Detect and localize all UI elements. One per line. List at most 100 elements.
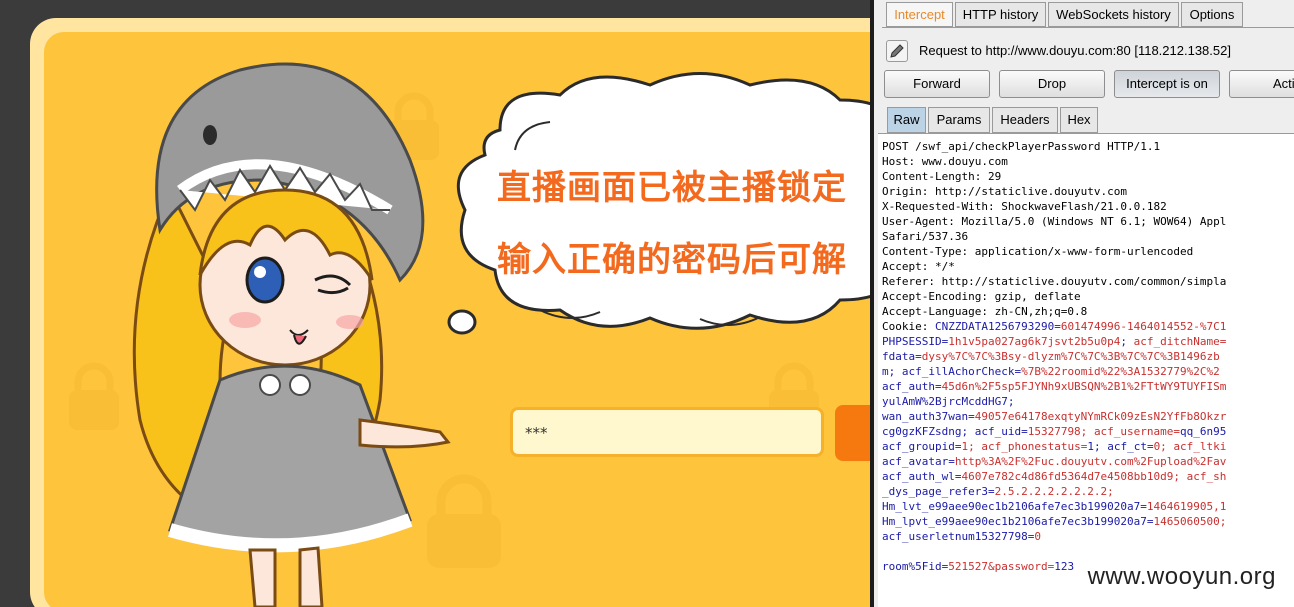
action-button[interactable]: Action (1229, 70, 1294, 98)
intercept-toggle-button[interactable]: Intercept is on (1114, 70, 1220, 98)
request-line: Cookie: CNZZDATA1256793290=601474996-146… (882, 319, 1226, 334)
request-line: User-Agent: Mozilla/5.0 (Windows NT 6.1;… (882, 214, 1226, 229)
param-name: acf_illAchorCheck= (901, 365, 1022, 378)
param-name: acf_auth= (882, 380, 942, 393)
param-name: acf_avatar= (882, 455, 955, 468)
param-name: Hm_lvt_e99aee90ec1b2106afe7ec3b199020a7= (882, 500, 1147, 513)
param-value: 2.5.2.2.2.2.2.2.2; (994, 485, 1114, 498)
request-text: Origin: http://staticlive.douyutv.com (882, 185, 1128, 198)
request-line: acf_userletnum15327798=0 (882, 529, 1226, 544)
request-line: POST /swf_api/checkPlayerPassword HTTP/1… (882, 139, 1226, 154)
param-name: cg0gzKFZsdng; (882, 425, 975, 438)
request-line: Hm_lvt_e99aee90ec1b2106afe7ec3b199020a7=… (882, 499, 1226, 514)
param-value: password= (994, 560, 1055, 573)
param-name: 123 (1054, 560, 1075, 573)
param-value: 0 (1034, 530, 1041, 543)
tab-websockets-history[interactable]: WebSockets history (1048, 2, 1179, 27)
request-line (882, 544, 1226, 559)
raw-request-editor[interactable]: POST /swf_api/checkPlayerPassword HTTP/1… (878, 133, 1294, 607)
request-line: PHPSESSID=1h1v5pa027ag6k7jsvt2b5u0p4; ac… (882, 334, 1226, 349)
request-text: X-Requested-With: ShockwaveFlash/21.0.0.… (882, 200, 1167, 213)
subtab-raw[interactable]: Raw (887, 107, 926, 133)
forward-button[interactable]: Forward (884, 70, 990, 98)
param-value: 1; (961, 440, 982, 453)
param-name: m; (882, 365, 902, 378)
request-line: Origin: http://staticlive.douyutv.com (882, 184, 1226, 199)
param-name: wan_auth37wan= (882, 410, 975, 423)
request-line: Host: www.douyu.com (882, 154, 1226, 169)
burp-intercept-panel: Intercept HTTP history WebSockets histor… (870, 0, 1294, 607)
request-line: yulAmW%2BjrcMcddHG7; (882, 394, 1226, 409)
request-line: Hm_lpvt_e99aee90ec1b2106afe7ec3b199020a7… (882, 514, 1226, 529)
param-value: 521527& (948, 560, 995, 573)
pencil-glyph (890, 44, 904, 58)
param-name: acf_ct= (1107, 440, 1154, 453)
request-line: acf_auth=45d6n%2F5sp5FJYNh9xUBSQN%2B1%2F… (882, 379, 1226, 394)
request-line: Content-Type: application/x-www-form-url… (882, 244, 1226, 259)
request-line: wan_auth37wan=49057e64178exqtyNYmRCk09zE… (882, 409, 1226, 424)
param-value: 0; (1153, 440, 1174, 453)
request-line: fdata=dysy%7C%7C%3Bsy-dlyzm%7C%7C%3B%7C%… (882, 349, 1226, 364)
shark-hood-girl-illustration (132, 62, 451, 607)
param-value: acf_ltki (1173, 440, 1227, 453)
request-line: cg0gzKFZsdng; acf_uid=15327798; acf_user… (882, 424, 1226, 439)
request-text: POST /swf_api/checkPlayerPassword HTTP/1… (882, 140, 1161, 153)
param-name: yulAmW%2BjrcMcddHG7; (882, 395, 1015, 408)
drop-button[interactable]: Drop (999, 70, 1105, 98)
param-name: acf_groupid= (882, 440, 962, 453)
request-line: Accept-Language: zh-CN,zh;q=0.8 (882, 304, 1226, 319)
request-line: Content-Length: 29 (882, 169, 1226, 184)
param-value: 4607e782c4d86fd5364d7e4508bb10d9; (961, 470, 1187, 483)
subtab-params[interactable]: Params (928, 107, 990, 133)
param-value: acf_sh (1186, 470, 1227, 483)
request-text: Accept-Language: zh-CN,zh;q=0.8 (882, 305, 1088, 318)
flash-panel: 直播画面已被主播锁定 输入正确的密码后可解 *** (0, 0, 874, 607)
request-text: Host: www.douyu.com (882, 155, 1008, 168)
request-text: Accept: */* (882, 260, 955, 273)
lock-message-line1: 直播画面已被主播锁定 (497, 168, 847, 208)
param-name: fdata= (882, 350, 922, 363)
subtab-hex[interactable]: Hex (1060, 107, 1098, 133)
param-value: acf_phonestatus= (981, 440, 1088, 453)
request-text: Content-Type: application/x-www-form-url… (882, 245, 1194, 258)
raw-request-lines: POST /swf_api/checkPlayerPassword HTTP/1… (882, 139, 1226, 574)
param-name: PHPSESSID= (882, 335, 949, 348)
tab-separator (882, 27, 1294, 28)
param-name: acf_userletnum15327798= (882, 530, 1035, 543)
request-line: Accept: */* (882, 259, 1226, 274)
request-text: Safari/537.36 (882, 230, 969, 243)
request-line: acf_avatar=http%3A%2F%2Fuc.douyutv.com%2… (882, 454, 1226, 469)
param-value: 601474996-1464014552-%7C1 (1060, 320, 1227, 333)
request-line: acf_auth_wl=4607e782c4d86fd5364d7e4508bb… (882, 469, 1226, 484)
pencil-icon[interactable] (886, 40, 908, 62)
subtab-headers[interactable]: Headers (992, 107, 1058, 133)
request-target-label: Request to http://www.douyu.com:80 [118.… (919, 43, 1231, 58)
tab-http-history[interactable]: HTTP history (955, 2, 1046, 27)
request-text: Content-Length: 29 (882, 170, 1002, 183)
param-name: Hm_lpvt_e99aee90ec1b2106afe7ec3b199020a7… (882, 515, 1154, 528)
tab-options[interactable]: Options (1181, 2, 1243, 27)
param-value: 1h1v5pa027ag6k7jsvt2b5u0p4 (948, 335, 1121, 348)
request-line: Referer: http://staticlive.douyutv.com/c… (882, 274, 1226, 289)
param-value: acf_username= (1093, 425, 1181, 438)
password-input[interactable]: *** (510, 407, 824, 457)
param-value: 1465060500; (1153, 515, 1227, 528)
request-line: _dys_page_refer3=2.5.2.2.2.2.2.2.2; (882, 484, 1226, 499)
request-line: acf_groupid=1; acf_phonestatus=1; acf_ct… (882, 439, 1226, 454)
param-name: CNZZDATA1256793290= (934, 320, 1061, 333)
request-line: Accept-Encoding: gzip, deflate (882, 289, 1226, 304)
param-value: dysy%7C%7C%3Bsy-dlyzm%7C%7C%3B%7C%7C%3B1… (921, 350, 1220, 363)
request-text: Cookie: (882, 320, 935, 333)
param-value: 15327798; (1027, 425, 1094, 438)
param-name: acf_auth_wl= (882, 470, 962, 483)
param-name: qq_6n95 (1180, 425, 1227, 438)
param-value: http%3A%2F%2Fuc.douyutv.com%2Fupload%2Fa… (954, 455, 1227, 468)
param-value: acf_ditchName= (1133, 335, 1227, 348)
tab-intercept[interactable]: Intercept (886, 2, 953, 27)
param-name: room%5Fid= (882, 560, 949, 573)
request-line: X-Requested-With: ShockwaveFlash/21.0.0.… (882, 199, 1226, 214)
param-value: 49057e64178exqtyNYmRCk09zEsN2YfFb8Okzr (974, 410, 1227, 423)
param-name: _dys_page_refer3= (882, 485, 995, 498)
lock-message-line2: 输入正确的密码后可解 (497, 240, 847, 280)
submit-password-button[interactable] (835, 405, 874, 461)
